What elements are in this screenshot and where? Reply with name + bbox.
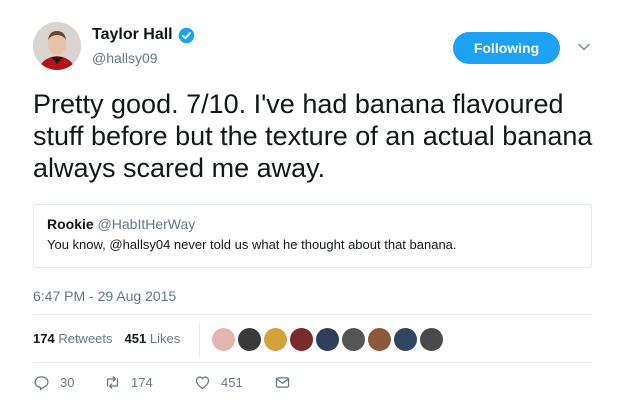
like-action[interactable]: 451 xyxy=(194,374,274,391)
author-handle[interactable]: @hallsy09 xyxy=(92,50,158,66)
retweets-count: 174 xyxy=(33,331,55,346)
liker-avatar[interactable] xyxy=(367,327,392,352)
author-name-row: Taylor Hall xyxy=(92,26,195,44)
reply-icon xyxy=(34,376,49,391)
quoted-tweet[interactable]: Rookie @HabItHerWay You know, @hallsy04 … xyxy=(33,204,592,268)
reply-action[interactable]: 30 xyxy=(33,374,104,391)
tweet-text: Pretty good. 7/10. I've had banana flavo… xyxy=(33,89,593,183)
quoted-tweet-header: Rookie @HabItHerWay xyxy=(47,216,578,232)
likes-stat[interactable]: 451 Likes xyxy=(125,331,181,346)
direct-message-action[interactable] xyxy=(274,374,291,391)
liker-avatar[interactable] xyxy=(393,327,418,352)
liker-avatar[interactable] xyxy=(419,327,444,352)
author-name[interactable]: Taylor Hall xyxy=(92,26,173,44)
stats-divider xyxy=(199,322,200,358)
divider xyxy=(33,362,592,363)
verified-badge-icon xyxy=(178,27,194,43)
liker-avatar[interactable] xyxy=(315,327,340,352)
author-avatar[interactable] xyxy=(33,22,81,70)
likes-count: 451 xyxy=(124,331,147,346)
liker-avatar[interactable] xyxy=(341,327,366,352)
liker-avatar[interactable] xyxy=(237,327,262,352)
liker-avatars xyxy=(211,327,445,352)
heart-icon xyxy=(195,376,210,390)
retweet-action[interactable]: 174 xyxy=(104,374,194,391)
chevron-down-icon[interactable] xyxy=(577,40,591,54)
retweets-stat[interactable]: 174 Retweets xyxy=(33,331,113,346)
likes-label: Likes xyxy=(149,331,181,346)
tweet-actions: 30 174 451 xyxy=(33,374,291,391)
quoted-author-handle: @HabItHerWay xyxy=(97,216,196,232)
retweet-count: 174 xyxy=(131,375,153,390)
like-count: 451 xyxy=(221,375,243,390)
envelope-icon xyxy=(275,377,290,388)
liker-avatar[interactable] xyxy=(289,327,314,352)
retweets-label: Retweets xyxy=(58,331,113,346)
tweet-stats: 174 Retweets 451 Likes xyxy=(33,331,192,346)
divider xyxy=(33,314,592,315)
liker-avatar[interactable] xyxy=(211,327,236,352)
liker-avatar[interactable] xyxy=(263,327,288,352)
tweet-timestamp[interactable]: 6:47 PM - 29 Aug 2015 xyxy=(33,288,176,304)
retweet-icon xyxy=(106,376,119,389)
quoted-author-name: Rookie xyxy=(47,216,94,232)
following-button[interactable]: Following xyxy=(453,32,560,64)
reply-count: 30 xyxy=(60,375,75,390)
quoted-tweet-text: You know, @hallsy04 never told us what h… xyxy=(47,237,457,252)
